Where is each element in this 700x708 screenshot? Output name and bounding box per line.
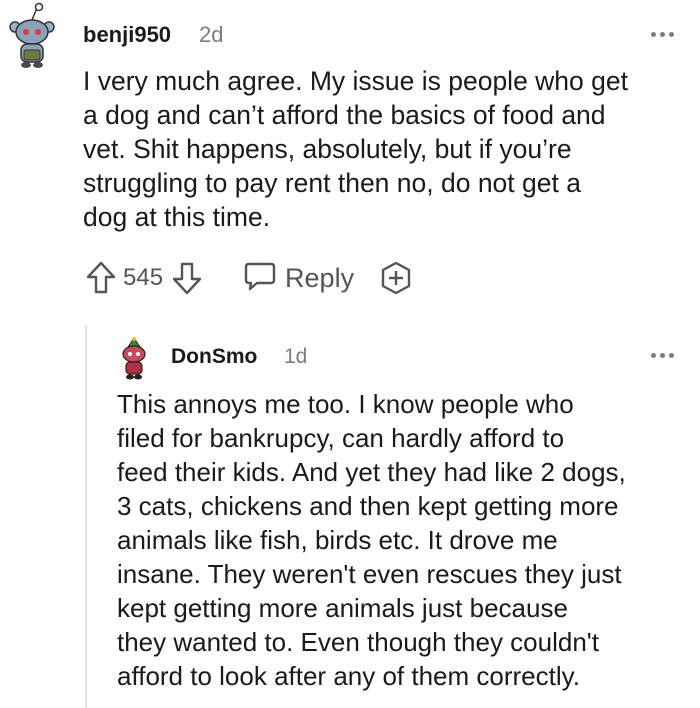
comment-body: I very much agree. My issue is people wh… — [83, 66, 628, 232]
comment-age: 2d — [199, 22, 224, 47]
more-dots-icon[interactable] — [651, 32, 674, 37]
vote-count: 545 — [123, 264, 164, 291]
more-dots-icon[interactable] — [651, 353, 674, 358]
username[interactable]: benji950 — [83, 22, 171, 48]
downvote-arrow-icon[interactable] — [169, 258, 205, 298]
snoo-avatar-icon[interactable] — [116, 337, 152, 381]
comment-parent: benji950 2d I very much agree. My issue … — [0, 0, 700, 310]
reply-label: Reply — [285, 262, 355, 293]
username[interactable]: DonSmo — [171, 345, 257, 369]
upvote-arrow-icon[interactable] — [83, 258, 119, 298]
reply-button[interactable]: Reply — [243, 260, 354, 297]
comment-reply: DonSmo 1d This annoys me too. I know peo… — [0, 325, 700, 708]
award-plus-icon[interactable] — [378, 258, 414, 298]
snoo-avatar-icon[interactable] — [4, 2, 60, 70]
comment-actions: 545 Reply — [83, 258, 414, 298]
speech-bubble-icon — [243, 260, 277, 297]
comment-body: This annoys me too. I know people who fi… — [117, 389, 626, 691]
comment-age: 1d — [284, 345, 308, 368]
